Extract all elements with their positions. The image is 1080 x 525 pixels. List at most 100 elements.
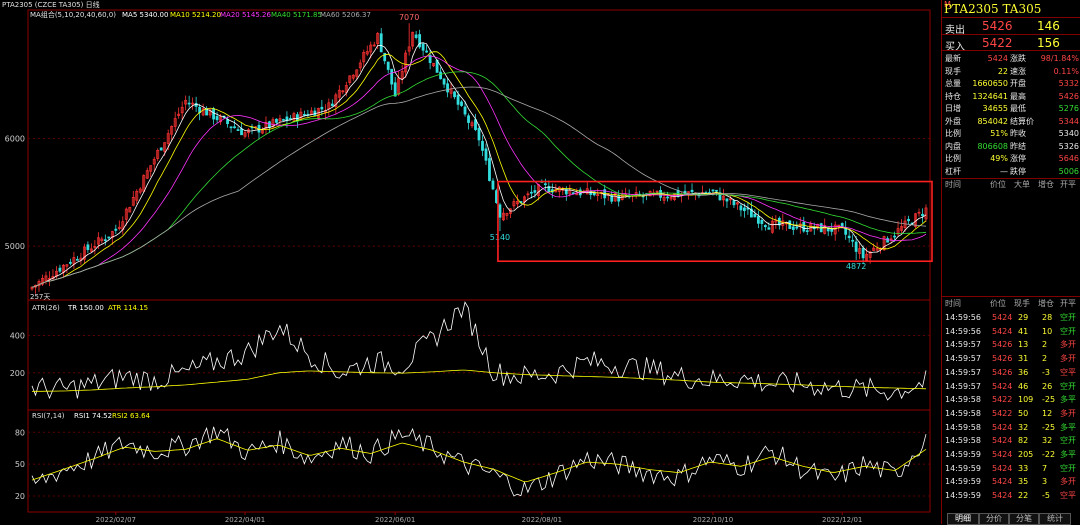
tick-row: 14:59:58 5422 50 12 多开 <box>942 407 1080 420</box>
candle-body <box>229 126 233 129</box>
tick-row: 14:59:59 5424 35 3 多开 <box>942 475 1080 488</box>
panel-title: PTA2305 TA305 <box>944 2 1042 16</box>
tick-cell: 空开 <box>1060 436 1076 446</box>
candle-body <box>236 129 240 131</box>
candle-body <box>795 226 799 229</box>
candle-body <box>861 247 865 259</box>
quote-row: 杠杆 — 跌停 5006 <box>942 165 1080 178</box>
quote-label: 比例 <box>945 129 961 138</box>
ma-legend-2: MA10 5214.20 <box>170 11 221 19</box>
tick-cell: 14:59:59 <box>945 477 981 487</box>
quote-value: 5340 <box>1058 129 1079 138</box>
tick-cell: 14:59:59 <box>945 450 981 459</box>
quote-value: 49% <box>990 154 1008 163</box>
quote-label: 现手 <box>945 66 961 76</box>
sell-price[interactable]: 5426 <box>982 19 1013 33</box>
atr-legend-label: ATR(26) <box>32 304 60 312</box>
quote-label: 杠杆 <box>945 166 961 176</box>
tick-header-cell: 时间 <box>945 299 961 308</box>
tick-cell: 14:59:58 <box>945 395 981 405</box>
tick-cell: 5424 <box>992 450 1013 459</box>
tick-cell: 14:59:57 <box>945 367 981 377</box>
chart-svg[interactable]: PTA2305 (CZCE TA305) 日线MA组合(5,10,20,40,6… <box>0 0 941 524</box>
tick-cell: 2 <box>1042 354 1048 364</box>
tick-header-cell: 开平 <box>1060 299 1076 308</box>
quote-value: 22 <box>997 66 1008 76</box>
tick-cell: 7 <box>1042 463 1048 473</box>
candle-body <box>187 102 191 105</box>
tick-cell: 10 <box>1042 326 1053 336</box>
candle-body <box>75 258 79 261</box>
tick-cell: 41 <box>1018 326 1029 336</box>
tab-tick[interactable]: 分笔 <box>1009 513 1039 525</box>
candles <box>30 23 928 294</box>
candle-body <box>467 115 470 123</box>
candle-body <box>543 183 547 186</box>
tr-line <box>31 301 927 401</box>
candle-body <box>58 267 62 272</box>
y-tick-label: 6000 <box>5 134 25 143</box>
tab-stats[interactable]: 统计 <box>1039 513 1071 525</box>
tick-cell: -25 <box>1042 395 1056 405</box>
candle-body <box>886 238 889 243</box>
candle-body <box>330 103 334 107</box>
candle-body <box>830 228 834 232</box>
tick-row: 14:59:56 5424 29 28 空开 <box>942 311 1080 324</box>
candle-body <box>302 113 306 116</box>
tick-cell: 14:59:58 <box>945 422 981 432</box>
candle-body <box>159 147 163 151</box>
tick-cell: 31 <box>1018 354 1029 364</box>
candle-body <box>107 236 111 239</box>
x-tick-label: 2022/08/01 <box>522 516 562 524</box>
tick-cell: 5424 <box>992 422 1013 432</box>
candle-body <box>732 200 736 206</box>
sell-volume: 146 <box>1037 19 1060 33</box>
buy-price[interactable]: 5422 <box>982 36 1013 50</box>
tick-header-cell: 大单 <box>1014 180 1030 189</box>
tick-cell: 5424 <box>992 381 1013 391</box>
tick-cell: 12 <box>1042 408 1053 418</box>
tick-cell: 14:59:58 <box>945 436 981 446</box>
ma20-line <box>31 55 927 288</box>
tick-cell: 32 <box>1018 422 1029 432</box>
tick-cell: 多开 <box>1060 477 1076 487</box>
candle-body <box>854 241 858 252</box>
tick-cell: 14:59:57 <box>945 381 981 391</box>
candle-body <box>533 190 537 193</box>
candle-body <box>442 78 446 85</box>
quote-panel: M PTA2305 TA305 卖出 5426 146 买入 5422 156 … <box>941 0 1080 524</box>
ma-legend-1: MA5 5340.00 <box>122 11 168 19</box>
tick-header-top: 时间 价位 大单 增仓 开平 <box>942 178 1080 191</box>
price-annotation: 4872 <box>846 262 866 271</box>
tab-detail[interactable]: 明细 <box>947 513 979 525</box>
quote-label: 涨停 <box>1010 154 1026 163</box>
sub-y-tick-label: 80 <box>15 428 25 437</box>
chart-area[interactable]: PTA2305 (CZCE TA305) 日线 MA组合(5,10,20,40,6… <box>0 0 941 524</box>
candle-body <box>481 140 484 151</box>
candle-body <box>788 220 792 229</box>
quote-value: 5426 <box>1058 91 1079 101</box>
candle-body <box>802 222 806 232</box>
candle-body <box>425 50 429 53</box>
candle-body <box>418 34 422 48</box>
quote-label: 速涨 <box>1010 66 1026 76</box>
quote-label: 最低 <box>1010 104 1026 113</box>
quote-value: — <box>1000 166 1008 176</box>
tick-cell: -3 <box>1042 367 1050 377</box>
candle-body <box>840 223 844 227</box>
bottom-tabs: 明细 分价 分笔 统计 <box>941 512 1080 525</box>
candle-body <box>767 227 771 230</box>
candle-body <box>690 189 694 193</box>
ma-legend-0: MA组合(5,10,20,40,60,0) <box>30 10 116 19</box>
candle-body <box>275 118 278 123</box>
tick-cell: 5422 <box>992 395 1013 405</box>
quote-label: 开盘 <box>1010 79 1026 88</box>
quote-label: 跌停 <box>1010 166 1026 176</box>
quote-label: 涨跌 <box>1010 54 1026 63</box>
price-annotation: 7070 <box>399 13 419 22</box>
quote-value: 854042 <box>977 116 1008 126</box>
quote-row: 总量 1660650 开盘 5332 <box>942 77 1080 90</box>
tab-price[interactable]: 分价 <box>979 513 1009 525</box>
quote-value: 5424 <box>987 54 1008 63</box>
quote-value: 5326 <box>1058 141 1079 151</box>
